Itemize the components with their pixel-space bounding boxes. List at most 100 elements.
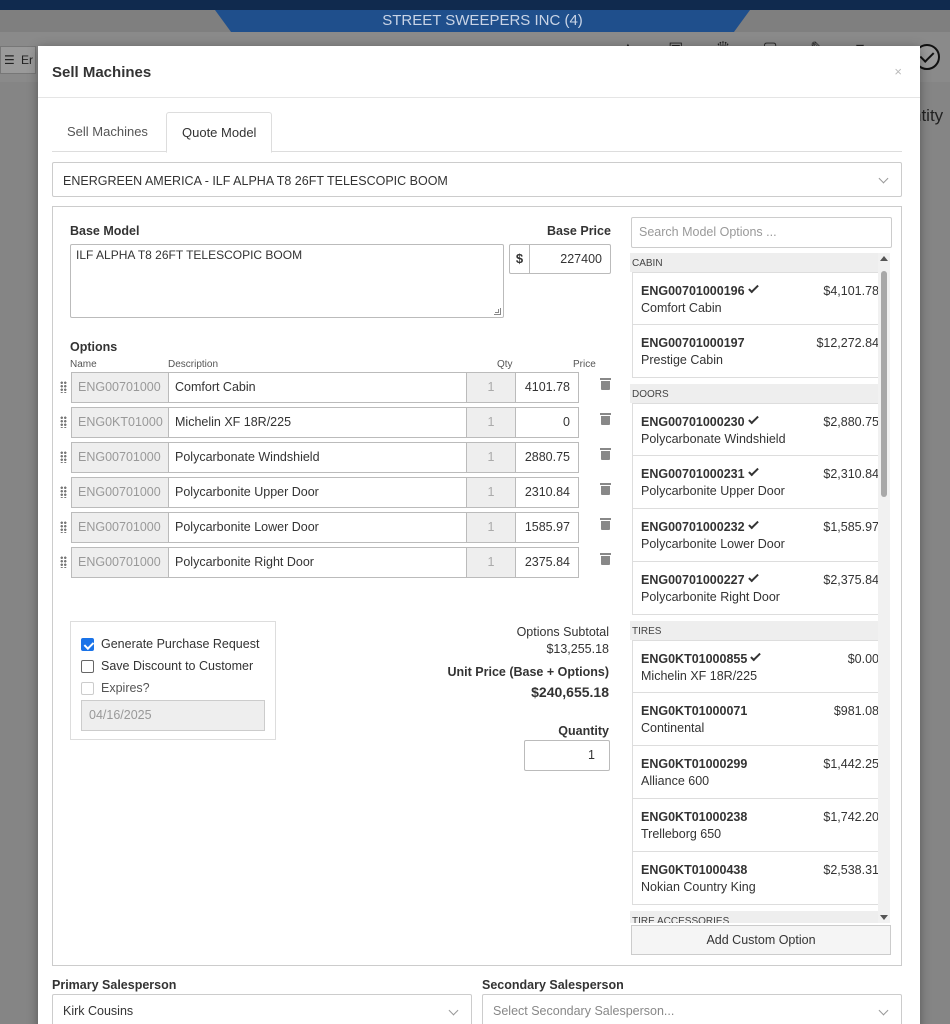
list-item[interactable]: ENG00701000231 $2,310.84 Polycarbonite U… [632,456,888,509]
list-item[interactable]: ENG0KT01000438 $2,538.31 Nokian Country … [632,852,888,905]
item-name: Polycarbonite Upper Door [641,484,785,498]
trash-icon[interactable] [600,378,611,390]
secondary-salesperson-placeholder: Select Secondary Salesperson... [493,1004,675,1018]
base-model-textarea[interactable]: ILF ALPHA T8 26FT TELESCOPIC BOOM [70,244,504,318]
item-code: ENG00701000197 [641,336,745,350]
option-qty: 1 [466,407,516,438]
secondary-salesperson-select[interactable]: Select Secondary Salesperson... [482,994,902,1024]
option-row: ENG00701000 Polycarbonite Upper Door 1 2… [57,477,617,508]
item-name: Polycarbonite Lower Door [641,537,785,551]
tab-sell-machines[interactable]: Sell Machines [52,112,163,153]
drag-handle-icon[interactable] [60,556,67,568]
option-price-input[interactable]: 1585.97 [515,512,579,543]
check-icon [747,571,759,583]
tab-quote-model[interactable]: Quote Model [166,112,273,153]
trash-icon[interactable] [600,518,611,530]
drag-handle-icon[interactable] [60,486,67,498]
item-code: ENG00701000232 [641,518,759,534]
scroll-down-icon[interactable] [880,915,888,920]
item-price: $1,742.20 [823,810,879,824]
list-item[interactable]: ENG00701000197 $12,272.84 Prestige Cabin [632,325,888,378]
item-name: Nokian Country King [641,880,756,894]
item-price: $2,538.31 [823,863,879,877]
trash-icon[interactable] [600,483,611,495]
list-item[interactable]: ENG0KT01000071 $981.08 Continental [632,693,888,746]
add-custom-option-button[interactable]: Add Custom Option [631,925,891,955]
search-model-options-input[interactable]: Search Model Options ... [631,217,892,248]
item-price: $4,101.78 [823,284,879,298]
base-price-input[interactable]: $ 227400 [509,244,611,274]
item-price: $12,272.84 [816,336,879,350]
item-code: ENG00701000196 [641,282,759,298]
option-price-input[interactable]: 2375.84 [515,547,579,578]
list-item[interactable]: ENG00701000230 $2,880.75 Polycarbonate W… [632,403,888,456]
trash-icon[interactable] [600,448,611,460]
options-scrollbar[interactable] [878,253,890,923]
expires-date-input[interactable]: 04/16/2025 [81,700,265,731]
option-description-input[interactable]: Polycarbonite Right Door [168,547,467,578]
scroll-thumb[interactable] [881,271,887,497]
category-header: DOORS [630,384,890,403]
list-item[interactable]: ENG00701000227 $2,375.84 Polycarbonite R… [632,562,888,615]
primary-salesperson-select[interactable]: Kirk Cousins [52,994,472,1024]
list-item[interactable]: ENG0KT01000299 $1,442.25 Alliance 600 [632,746,888,799]
list-item[interactable]: ENG0KT01000238 $1,742.20 Trelleborg 650 [632,799,888,852]
close-icon[interactable]: × [894,64,902,79]
item-price: $0.00 [847,652,879,666]
base-price-label: Base Price [547,224,611,238]
option-qty: 1 [466,442,516,473]
quantity-input[interactable]: 1 [524,740,610,771]
option-row: ENG00701000 Polycarbonite Lower Door 1 1… [57,512,617,543]
app-left-control[interactable]: ☰ Er [0,46,36,74]
option-qty: 1 [466,477,516,508]
option-description-input[interactable]: Michelin XF 18R/225 [168,407,467,438]
option-description-input[interactable]: Polycarbonite Lower Door [168,512,467,543]
option-price-input[interactable]: 4101.78 [515,372,579,403]
checkbox-label: Save Discount to Customer [101,659,254,673]
option-price-input[interactable]: 0 [515,407,579,438]
item-price: $2,375.84 [823,573,879,587]
col-qty-header: Qty [497,359,513,370]
option-description-input[interactable]: Polycarbonite Upper Door [168,477,467,508]
sell-machines-modal: Sell Machines × Sell Machines Quote Mode… [38,46,920,1024]
list-item[interactable]: ENG0KT01000855 $0.00 Michelin XF 18R/225 [632,640,888,693]
model-select[interactable]: ENERGREEN AMERICA - ILF ALPHA T8 26FT TE… [52,162,902,197]
item-code: ENG0KT01000855 [641,650,762,666]
list-item[interactable]: ENG00701000196 $4,101.78 Comfort Cabin [632,272,888,325]
check-icon [747,518,759,530]
option-description-input[interactable]: Polycarbonate Windshield [168,442,467,473]
drag-handle-icon[interactable] [60,381,67,393]
drag-handle-icon[interactable] [60,451,67,463]
drag-handle-icon[interactable] [60,521,67,533]
drag-handle-icon[interactable] [60,416,67,428]
list-item[interactable]: ENG00701000232 $1,585.97 Polycarbonite L… [632,509,888,562]
checkbox-checked-icon [81,638,94,651]
item-code: ENG00701000230 [641,413,759,429]
item-name: Comfort Cabin [641,301,722,315]
modal-title: Sell Machines [52,64,152,81]
item-price: $1,442.25 [823,757,879,771]
scroll-up-icon[interactable] [880,256,888,261]
option-price-input[interactable]: 2880.75 [515,442,579,473]
item-name: Michelin XF 18R/225 [641,669,758,683]
base-model-value: ILF ALPHA T8 26FT TELESCOPIC BOOM [76,248,303,262]
option-row: ENG0KT01000 Michelin XF 18R/225 1 0 [57,407,617,438]
modal-header: Sell Machines × [38,46,920,98]
trash-icon[interactable] [600,553,611,565]
trash-icon[interactable] [600,413,611,425]
currency-addon: $ [510,245,530,273]
item-code: ENG0KT01000238 [641,810,748,824]
item-price: $2,880.75 [823,415,879,429]
option-price-input[interactable]: 2310.84 [515,477,579,508]
resize-handle-icon[interactable] [494,308,501,315]
item-name: Polycarbonite Right Door [641,590,780,604]
option-qty: 1 [466,512,516,543]
item-name: Continental [641,721,705,735]
option-row: ENG00701000 Polycarbonate Windshield 1 2… [57,442,617,473]
checkbox-label: Expires? [101,681,150,695]
option-code: ENG00701000 [71,442,169,473]
option-code: ENG0KT01000 [71,407,169,438]
option-description-input[interactable]: Comfort Cabin [168,372,467,403]
option-code: ENG00701000 [71,547,169,578]
option-code: ENG00701000 [71,512,169,543]
